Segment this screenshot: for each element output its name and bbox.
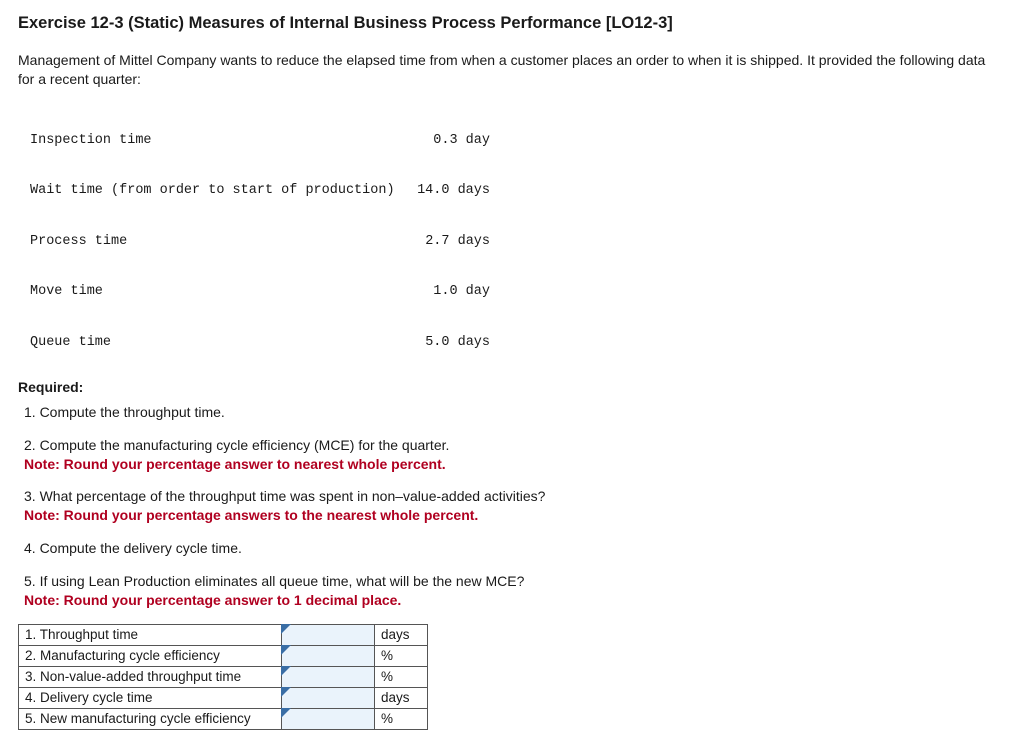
data-row: Wait time (from order to start of produc…: [30, 183, 995, 200]
question-3: 3. What percentage of the throughput tim…: [24, 487, 995, 525]
throughput-time-input[interactable]: [288, 626, 368, 644]
nva-throughput-input[interactable]: [288, 668, 368, 686]
table-row: 3. Non-value-added throughput time %: [19, 666, 428, 687]
question-text: 3. What percentage of the throughput tim…: [24, 488, 545, 504]
answer-input-cell[interactable]: [282, 708, 375, 729]
answer-input-cell[interactable]: [282, 666, 375, 687]
answer-unit: %: [375, 708, 428, 729]
mce-input[interactable]: [288, 647, 368, 665]
data-label: Move time: [30, 284, 400, 301]
question-list: 1. Compute the throughput time. 2. Compu…: [24, 403, 995, 610]
question-2: 2. Compute the manufacturing cycle effic…: [24, 436, 995, 474]
answer-unit: %: [375, 666, 428, 687]
answer-unit: %: [375, 645, 428, 666]
answer-label: 4. Delivery cycle time: [19, 687, 282, 708]
question-note: Note: Round your percentage answer to ne…: [24, 456, 446, 472]
question-text: 1. Compute the throughput time.: [24, 404, 225, 420]
answer-table: 1. Throughput time days 2. Manufacturing…: [18, 624, 428, 730]
input-flag-icon: [281, 687, 291, 697]
question-1: 1. Compute the throughput time.: [24, 403, 995, 422]
data-row: Inspection time 0.3 day: [30, 133, 995, 150]
data-value: 5.0 days: [400, 335, 490, 352]
question-text: 2. Compute the manufacturing cycle effic…: [24, 437, 449, 453]
answer-unit: days: [375, 624, 428, 645]
data-row: Queue time 5.0 days: [30, 335, 995, 352]
data-value: 0.3 day: [400, 133, 490, 150]
input-flag-icon: [281, 708, 291, 718]
exercise-title: Exercise 12-3 (Static) Measures of Inter…: [18, 14, 995, 33]
answer-input-cell[interactable]: [282, 624, 375, 645]
data-value: 14.0 days: [400, 183, 490, 200]
data-value: 1.0 day: [400, 284, 490, 301]
input-flag-icon: [281, 645, 291, 655]
table-row: 5. New manufacturing cycle efficiency %: [19, 708, 428, 729]
delivery-cycle-input[interactable]: [288, 689, 368, 707]
answer-input-cell[interactable]: [282, 687, 375, 708]
data-row: Move time 1.0 day: [30, 284, 995, 301]
data-label: Queue time: [30, 335, 400, 352]
data-label: Inspection time: [30, 133, 400, 150]
data-value: 2.7 days: [400, 234, 490, 251]
given-data-block: Inspection time 0.3 day Wait time (from …: [30, 99, 995, 369]
answer-label: 2. Manufacturing cycle efficiency: [19, 645, 282, 666]
table-row: 2. Manufacturing cycle efficiency %: [19, 645, 428, 666]
answer-label: 1. Throughput time: [19, 624, 282, 645]
data-label: Process time: [30, 234, 400, 251]
new-mce-input[interactable]: [288, 710, 368, 728]
intro-paragraph: Management of Mittel Company wants to re…: [18, 51, 995, 89]
question-note: Note: Round your percentage answers to t…: [24, 507, 478, 523]
input-flag-icon: [281, 666, 291, 676]
question-note: Note: Round your percentage answer to 1 …: [24, 592, 401, 608]
table-row: 1. Throughput time days: [19, 624, 428, 645]
question-text: 4. Compute the delivery cycle time.: [24, 540, 242, 556]
input-flag-icon: [281, 624, 291, 634]
question-4: 4. Compute the delivery cycle time.: [24, 539, 995, 558]
answer-unit: days: [375, 687, 428, 708]
question-5: 5. If using Lean Production eliminates a…: [24, 572, 995, 610]
data-label: Wait time (from order to start of produc…: [30, 183, 400, 200]
answer-label: 3. Non-value-added throughput time: [19, 666, 282, 687]
data-row: Process time 2.7 days: [30, 234, 995, 251]
table-row: 4. Delivery cycle time days: [19, 687, 428, 708]
required-heading: Required:: [18, 379, 995, 395]
answer-input-cell[interactable]: [282, 645, 375, 666]
answer-label: 5. New manufacturing cycle efficiency: [19, 708, 282, 729]
question-text: 5. If using Lean Production eliminates a…: [24, 573, 524, 589]
